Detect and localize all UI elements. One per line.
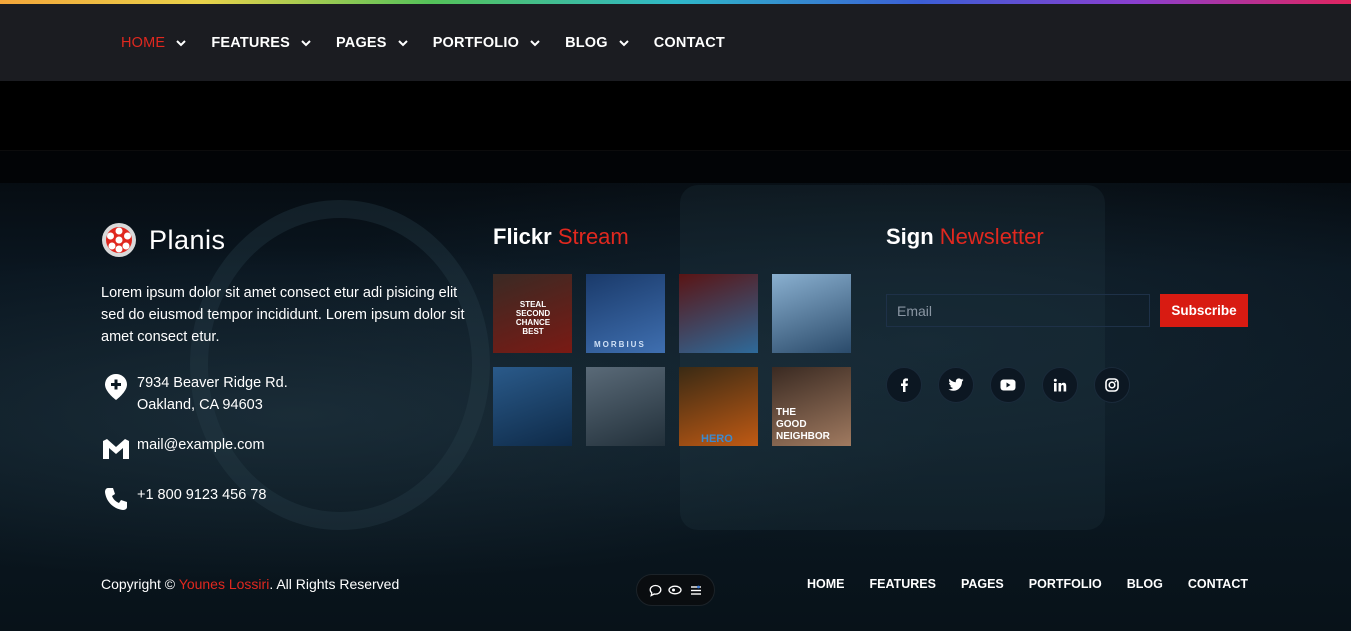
chevron-down-icon <box>301 39 311 46</box>
flickr-title-accent: Stream <box>557 224 629 249</box>
flickr-photo[interactable] <box>772 274 851 353</box>
flickr-photo[interactable]: MORBIUS <box>586 274 665 353</box>
gmail-icon <box>101 434 131 464</box>
nav-label: BLOG <box>565 34 608 51</box>
flickr-photo[interactable] <box>679 274 758 353</box>
chevron-down-icon <box>176 39 187 46</box>
copyright-text: Copyright © Younes Lossiri. All Rights R… <box>101 576 399 592</box>
chevron-down-icon <box>530 39 540 46</box>
film-reel-icon <box>102 223 136 257</box>
nav-label: CONTACT <box>653 34 725 51</box>
footer-nav-home[interactable]: HOME <box>807 577 845 591</box>
nav-label: HOME <box>121 34 166 51</box>
address-row: 7934 Beaver Ridge Rd. Oakland, CA 94603 <box>101 372 288 416</box>
phone-number[interactable]: +1 800 9123 456 78 <box>137 484 266 506</box>
photo-caption: MORBIUS <box>594 340 646 349</box>
eye-icon[interactable] <box>668 583 683 597</box>
flickr-photo[interactable]: THE GOOD NEIGHBOR <box>772 367 851 446</box>
email-link[interactable]: mail@example.com <box>137 434 265 456</box>
flickr-title-main: Flickr <box>493 224 552 249</box>
footer-nav-contact[interactable]: CONTACT <box>1188 577 1248 591</box>
newsletter-title-accent: Newsletter <box>939 224 1044 249</box>
location-pin-icon <box>101 372 131 402</box>
nav-item-portfolio[interactable]: PORTFOLIO <box>433 35 541 51</box>
chevron-down-icon <box>397 39 408 46</box>
photo-caption: STEAL SECOND CHANCE BEST <box>515 300 551 336</box>
nav-item-contact[interactable]: CONTACT <box>654 35 725 51</box>
footer-nav-pages[interactable]: PAGES <box>961 577 1004 591</box>
nav-label: PAGES <box>335 34 387 51</box>
nav-item-pages[interactable]: PAGES <box>336 35 409 51</box>
footer-top-shade <box>0 151 1351 183</box>
footer-bg-decoration <box>190 200 490 530</box>
flickr-photo[interactable] <box>493 367 572 446</box>
copyright-prefix: Copyright © <box>101 576 176 592</box>
address-line1: 7934 Beaver Ridge Rd. <box>137 375 288 391</box>
footer-bottom-nav: HOME FEATURES PAGES PORTFOLIO BLOG CONTA… <box>782 577 1248 591</box>
footer-nav-features[interactable]: FEATURES <box>870 577 936 591</box>
copyright-author-link[interactable]: Younes Lossiri <box>179 576 270 592</box>
copyright-suffix: . All Rights Reserved <box>269 576 400 592</box>
nav-label: PORTFOLIO <box>432 34 520 51</box>
nav-item-home[interactable]: HOME <box>121 35 187 51</box>
nav-item-blog[interactable]: BLOG <box>565 35 630 51</box>
newsletter-title-main: Sign <box>886 224 934 249</box>
facebook-icon[interactable] <box>886 367 922 403</box>
footer-nav-portfolio[interactable]: PORTFOLIO <box>1029 577 1102 591</box>
youtube-icon[interactable] <box>990 367 1026 403</box>
subscribe-button[interactable]: Subscribe <box>1160 294 1248 327</box>
flickr-title: Flickr Stream <box>493 224 629 250</box>
nav-label: FEATURES <box>211 34 290 51</box>
flickr-grid: STEAL SECOND CHANCE BEST MORBIUS HERO TH… <box>493 274 851 446</box>
flickr-photo[interactable]: HERO <box>679 367 758 446</box>
comment-icon[interactable] <box>648 583 662 597</box>
chevron-down-icon <box>619 39 629 46</box>
main-nav: HOME FEATURES PAGES PORTFOLIO BLOG CONTA… <box>121 4 749 81</box>
address-line2: Oakland, CA 94603 <box>137 397 263 413</box>
phone-icon <box>101 484 131 514</box>
social-links <box>886 367 1146 403</box>
main-navbar: HOME FEATURES PAGES PORTFOLIO BLOG CONTA… <box>0 4 1351 81</box>
photo-caption: HERO <box>701 433 733 445</box>
footer-nav-blog[interactable]: BLOG <box>1127 577 1163 591</box>
flickr-photo[interactable]: STEAL SECOND CHANCE BEST <box>493 274 572 353</box>
page-content-band <box>0 81 1351 151</box>
twitter-icon[interactable] <box>938 367 974 403</box>
footer-brand[interactable]: Planis <box>101 222 226 258</box>
instagram-icon[interactable] <box>1094 367 1130 403</box>
linkedin-icon[interactable] <box>1042 367 1078 403</box>
phone-row: +1 800 9123 456 78 <box>101 484 266 514</box>
photo-caption: THE GOOD NEIGHBOR <box>776 407 830 442</box>
settings-sliders-icon[interactable] <box>689 583 703 597</box>
brand-name: Planis <box>149 224 226 255</box>
floating-toolbar <box>636 574 715 606</box>
newsletter-title: Sign Newsletter <box>886 224 1044 250</box>
nav-item-features[interactable]: FEATURES <box>211 35 312 51</box>
newsletter-email-input[interactable] <box>886 294 1150 327</box>
email-row: mail@example.com <box>101 434 265 464</box>
flickr-photo[interactable] <box>586 367 665 446</box>
footer-about-text: Lorem ipsum dolor sit amet consect etur … <box>101 285 465 345</box>
